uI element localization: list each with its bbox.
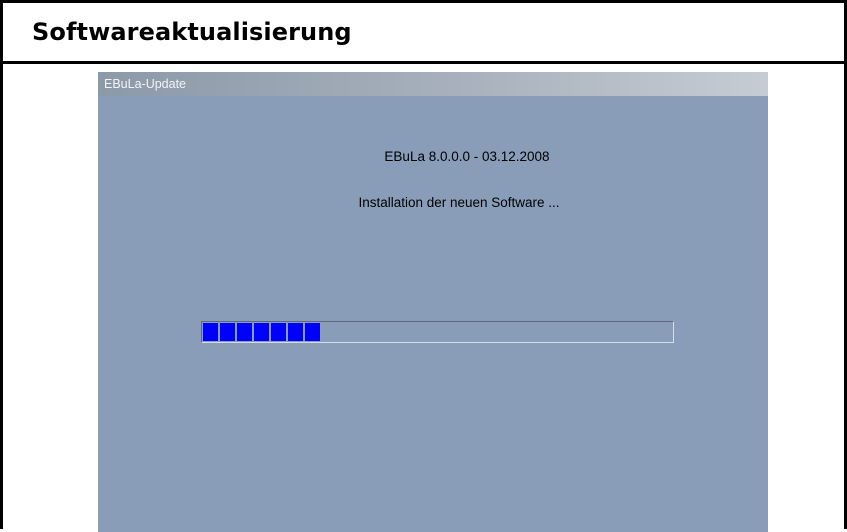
window-title: EBuLa-Update bbox=[104, 77, 187, 91]
installation-status-text: Installation der neuen Software ... bbox=[358, 195, 560, 210]
progress-block bbox=[220, 323, 235, 341]
screen-frame: Softwareaktualisierung EBuLa-Update EBuL… bbox=[0, 0, 847, 532]
progress-block bbox=[254, 323, 269, 341]
page-header: Softwareaktualisierung bbox=[3, 3, 844, 64]
progress-block bbox=[305, 323, 320, 341]
update-window: EBuLa-Update EBuLa 8.0.0.0 - 03.12.2008 … bbox=[98, 72, 768, 532]
progress-block bbox=[271, 323, 286, 341]
page-title: Softwareaktualisierung bbox=[32, 18, 352, 46]
progress-block bbox=[203, 323, 218, 341]
app-version-label: EBuLa 8.0.0.0 - 03.12.2008 bbox=[384, 149, 550, 164]
progress-block bbox=[237, 323, 252, 341]
window-titlebar[interactable]: EBuLa-Update bbox=[98, 72, 768, 96]
progress-block bbox=[288, 323, 303, 341]
progress-bar bbox=[201, 321, 674, 343]
progress-fill bbox=[203, 323, 322, 341]
